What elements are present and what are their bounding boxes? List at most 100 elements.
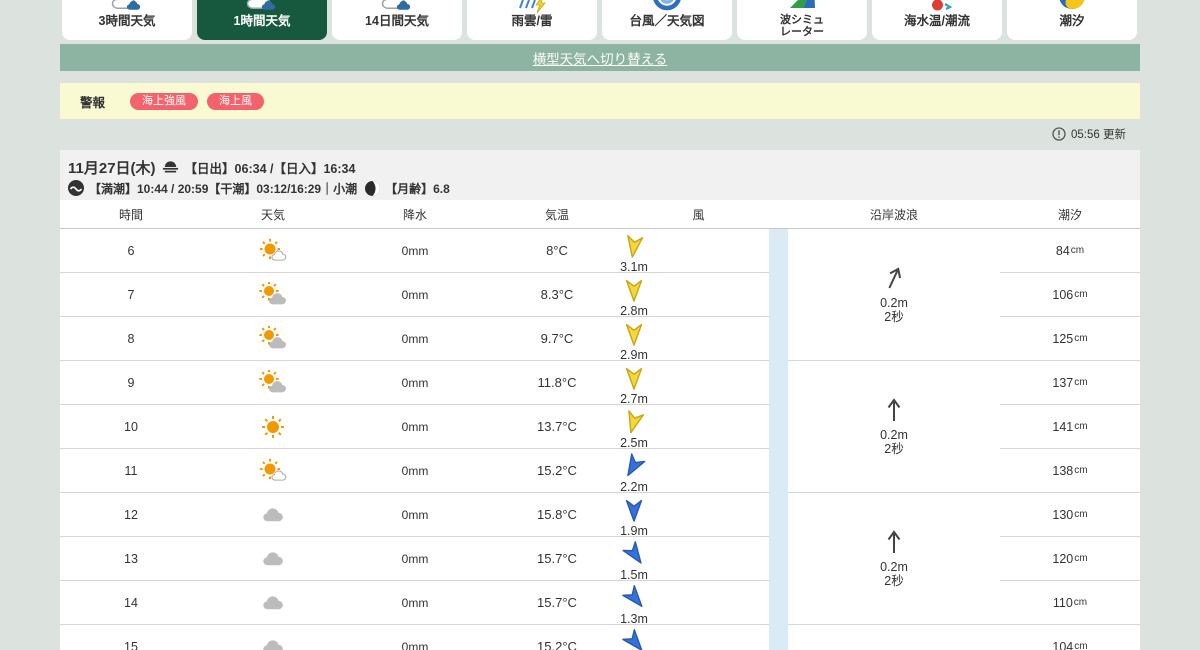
wind-cell bbox=[628, 625, 769, 650]
column-header: 潮汐 bbox=[1000, 200, 1140, 228]
temp-cell: 15.2°C bbox=[486, 625, 628, 650]
tide-cell: 137cm bbox=[1000, 361, 1140, 405]
tide-unit: cm bbox=[1071, 245, 1084, 256]
column-header: 時間 bbox=[60, 200, 202, 228]
column-divider-band bbox=[769, 229, 788, 650]
hour-cell: 9 bbox=[60, 361, 202, 404]
forecast-row: 15 0mm 15.2°C bbox=[60, 625, 769, 650]
precip-cell: 0mm bbox=[344, 625, 486, 650]
sun-cloud-icon bbox=[202, 317, 344, 360]
column-header: 風 bbox=[628, 200, 769, 228]
wave-period: 2秒 bbox=[884, 574, 903, 588]
typhoon-icon bbox=[649, 0, 685, 14]
tab-3[interactable]: 14日間天気 bbox=[332, 0, 462, 40]
sun-cloud-icon bbox=[202, 273, 344, 316]
tide-unit: cm bbox=[1074, 333, 1087, 344]
tide-unit: cm bbox=[1074, 641, 1087, 650]
forecast-row: 6 0mm 8°C 3.1m bbox=[60, 229, 769, 273]
weather-icon bbox=[379, 0, 415, 14]
tab-label: 潮汐 bbox=[1059, 15, 1084, 28]
hour-cell: 13 bbox=[60, 537, 202, 580]
tab-4[interactable]: 雨雲/雷 bbox=[467, 0, 597, 40]
wave-cell: 0.2m 2秒 bbox=[788, 229, 1000, 361]
wind-cell: 1.9m bbox=[628, 493, 769, 536]
wind-cell: 1.5m bbox=[628, 537, 769, 580]
hour-cell: 14 bbox=[60, 581, 202, 624]
table-header-row: 時間天気降水気温風沿岸波浪潮汐 bbox=[60, 200, 1140, 229]
sun-small-cloud-icon bbox=[202, 449, 344, 492]
warning-label: 警報 bbox=[80, 92, 105, 111]
tab-1[interactable]: 3時間天気 bbox=[62, 0, 192, 40]
precip-cell: 0mm bbox=[344, 229, 486, 272]
column-header: 沿岸波浪 bbox=[788, 200, 1000, 228]
switch-layout-link[interactable]: 横型天気へ切り替える bbox=[533, 48, 668, 68]
hour-cell: 7 bbox=[60, 273, 202, 316]
table-body: 6 0mm 8°C 3.1m 7 0mm 8.3°C 2.8m 8 0mm 9.… bbox=[60, 229, 1140, 650]
tab-label: 1時間天気 bbox=[234, 15, 291, 28]
precip-cell: 0mm bbox=[344, 405, 486, 448]
tide-cell: 104cm bbox=[1000, 625, 1140, 650]
hour-cell: 11 bbox=[60, 449, 202, 492]
weather-icon bbox=[109, 0, 145, 14]
info-icon[interactable] bbox=[1052, 127, 1066, 141]
warning-badge[interactable]: 海上風 bbox=[207, 93, 264, 110]
sun-cloud-icon bbox=[202, 361, 344, 404]
tide-unit: cm bbox=[1074, 289, 1087, 300]
tab-label: 波シミュ レーター bbox=[780, 15, 824, 38]
tide-cell: 120cm bbox=[1000, 537, 1140, 581]
update-time: 05:56 更新 bbox=[1071, 126, 1126, 142]
forecast-row: 11 0mm 15.2°C 2.2m bbox=[60, 449, 769, 493]
wind-cell: 1.3m bbox=[628, 581, 769, 624]
tide-column: 84cm106cm125cm137cm141cm138cm130cm120cm1… bbox=[1000, 229, 1140, 650]
wave-period: 2秒 bbox=[884, 310, 903, 324]
wind-cell: 2.7m bbox=[628, 361, 769, 404]
forecast-row: 12 0mm 15.8°C 1.9m bbox=[60, 493, 769, 537]
tab-5[interactable]: 台風／天気図 bbox=[602, 0, 732, 40]
hour-cell: 8 bbox=[60, 317, 202, 360]
tab-2[interactable]: 1時間天気 bbox=[197, 0, 327, 40]
moon-age-info: 【月齢】6.8 bbox=[385, 180, 450, 197]
sun-icon bbox=[202, 405, 344, 448]
wind-cell: 3.1m bbox=[628, 229, 769, 272]
precip-cell: 0mm bbox=[344, 449, 486, 492]
sunrise-sunset-info: 【日出】06:34 /【日入】16:34 bbox=[185, 158, 356, 177]
temp-cell: 13.7°C bbox=[486, 405, 628, 448]
forecast-row: 13 0mm 15.7°C 1.5m bbox=[60, 537, 769, 581]
wave-direction-icon bbox=[885, 265, 903, 296]
sea-temp-icon bbox=[919, 0, 955, 14]
tab-label: 14日間天気 bbox=[365, 15, 429, 28]
temp-cell: 15.7°C bbox=[486, 581, 628, 624]
wave-height: 0.2m bbox=[880, 560, 908, 574]
tab-label: 海水温/潮流 bbox=[904, 15, 970, 28]
wind-cell: 2.9m bbox=[628, 317, 769, 360]
warning-badge[interactable]: 海上強風 bbox=[130, 93, 198, 110]
tide-value: 120 bbox=[1052, 552, 1073, 566]
temp-cell: 8°C bbox=[486, 229, 628, 272]
temp-cell: 15.2°C bbox=[486, 449, 628, 492]
tide-value: 138 bbox=[1052, 464, 1073, 478]
cloud-icon bbox=[202, 493, 344, 536]
tab-8[interactable]: 潮汐 bbox=[1007, 0, 1137, 40]
sunrise-icon bbox=[162, 160, 179, 174]
precip-cell: 0mm bbox=[344, 493, 486, 536]
temp-cell: 8.3°C bbox=[486, 273, 628, 316]
tide-icon bbox=[1054, 0, 1090, 14]
tide-value: 137 bbox=[1052, 376, 1073, 390]
switch-layout-bar: 横型天気へ切り替える bbox=[60, 44, 1140, 71]
precip-cell: 0mm bbox=[344, 537, 486, 580]
tide-unit: cm bbox=[1074, 421, 1087, 432]
wave-cell bbox=[788, 625, 1000, 650]
tab-label: 雨雲/雷 bbox=[512, 15, 553, 28]
wind-arrow-icon bbox=[623, 642, 645, 650]
date-title: 11月27日(木) bbox=[68, 157, 156, 178]
wave-period: 2秒 bbox=[884, 442, 903, 456]
tide-value: 110 bbox=[1053, 596, 1073, 610]
tide-cell: 141cm bbox=[1000, 405, 1140, 449]
tide-wave-icon bbox=[68, 180, 84, 196]
tab-7[interactable]: 海水温/潮流 bbox=[872, 0, 1002, 40]
weather-page: 3時間天気 1時間天気 14日間天気 雨雲/雷 台風／天気図 波シミュ レーター… bbox=[0, 0, 1200, 650]
wind-cell: 2.2m bbox=[628, 449, 769, 492]
forecast-columns: 6 0mm 8°C 3.1m 7 0mm 8.3°C 2.8m 8 0mm 9.… bbox=[60, 229, 769, 650]
temp-cell: 9.7°C bbox=[486, 317, 628, 360]
tab-6[interactable]: 波シミュ レーター bbox=[737, 0, 867, 40]
